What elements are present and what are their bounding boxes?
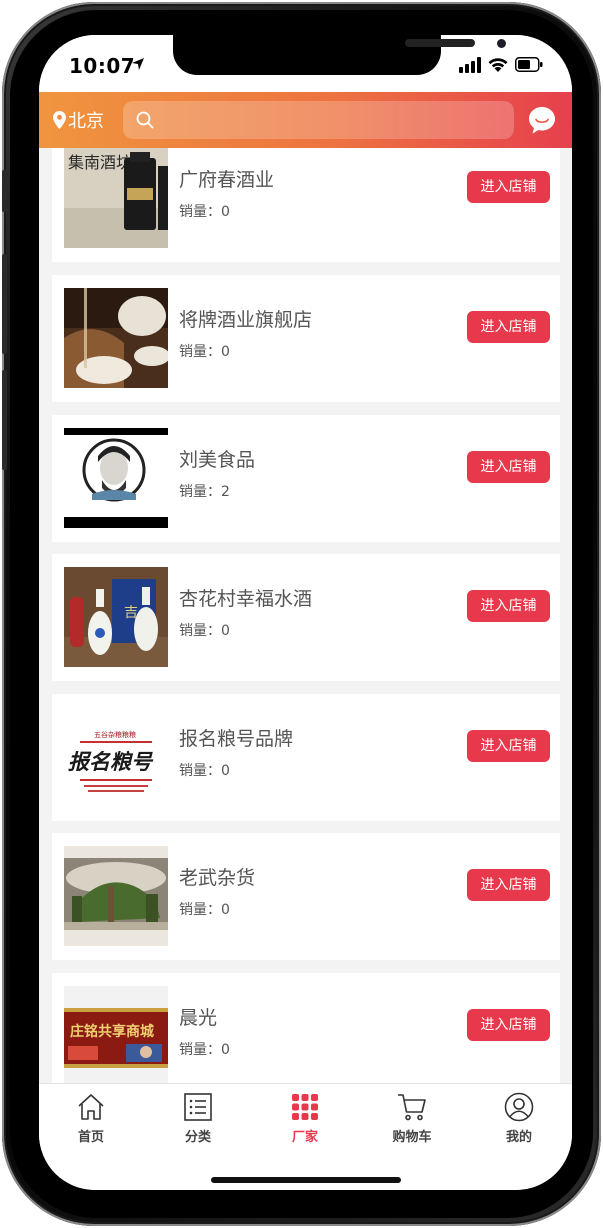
- tab-label: 我的: [505, 1130, 532, 1145]
- top-header: 北京: [39, 92, 572, 148]
- user-icon: [504, 1092, 534, 1122]
- front-camera: [497, 39, 506, 48]
- screen: 10:07 北京 集南酒坊 广府春酒业 销量：0 进入店铺 将牌酒业旗舰店 销量…: [39, 35, 572, 1190]
- svg-text:庄铭共享商城: 庄铭共享商城: [70, 1023, 154, 1040]
- speaker: [405, 39, 475, 47]
- cellular-signal-icon: [459, 57, 481, 73]
- svg-text:集南酒坊: 集南酒坊: [68, 153, 132, 172]
- phone-frame: 10:07 北京 集南酒坊 广府春酒业 销量：0 进入店铺 将牌酒业旗舰店 销量…: [2, 2, 601, 1226]
- tab-cart[interactable]: 购物车: [372, 1092, 452, 1152]
- enter-store-button[interactable]: 进入店铺: [467, 171, 550, 203]
- city-selector[interactable]: 北京: [53, 107, 104, 133]
- enter-store-button[interactable]: 进入店铺: [467, 730, 550, 762]
- store-card[interactable]: 刘美食品 销量：2 进入店铺: [52, 415, 560, 542]
- store-thumbnail: [64, 428, 168, 528]
- battery-icon: [515, 57, 543, 72]
- store-sales: 销量：2: [179, 484, 230, 500]
- notch: [173, 35, 506, 75]
- store-name: 将牌酒业旗舰店: [179, 309, 313, 331]
- store-sales: 销量：0: [179, 204, 230, 220]
- tab-label: 厂家: [291, 1130, 318, 1145]
- enter-store-button[interactable]: 进入店铺: [467, 869, 550, 901]
- list-icon: [184, 1093, 212, 1121]
- grid-icon: [292, 1094, 318, 1120]
- store-name: 刘美食品: [179, 449, 256, 471]
- store-name: 老武杂货: [179, 867, 256, 889]
- wifi-icon: [488, 58, 508, 72]
- store-sales: 销量：0: [179, 902, 230, 918]
- cart-icon: [398, 1094, 426, 1121]
- tab-category[interactable]: 分类: [158, 1092, 238, 1152]
- store-name: 杏花村幸福水酒: [179, 588, 313, 610]
- store-name: 广府春酒业: [179, 169, 275, 191]
- store-name: 晨光: [179, 1007, 218, 1029]
- store-card[interactable]: 吉 杏花村幸福水酒 销量：0 进入店铺: [52, 554, 560, 681]
- bottom-tab-bar: 首页 分类 厂家 购物车 我的: [39, 1083, 572, 1190]
- svg-text:吉: 吉: [124, 605, 138, 621]
- enter-store-button[interactable]: 进入店铺: [467, 451, 550, 483]
- store-list: 集南酒坊 广府春酒业 销量：0 进入店铺 将牌酒业旗舰店 销量：0 进入店铺 刘…: [39, 148, 572, 1083]
- tab-label: 首页: [77, 1130, 104, 1145]
- store-thumbnail: [64, 846, 168, 946]
- svg-text:五谷杂粮粮粮: 五谷杂粮粮粮: [94, 730, 136, 739]
- store-sales: 销量：0: [179, 1042, 230, 1058]
- search-input[interactable]: [123, 101, 514, 139]
- store-card[interactable]: 五谷杂粮粮粮 报名粮号 报名粮号品牌 销量：0 进入店铺: [52, 694, 560, 821]
- mute-switch: [2, 170, 7, 212]
- search-icon: [136, 111, 154, 129]
- store-card[interactable]: 老武杂货 销量：0 进入店铺: [52, 833, 560, 960]
- store-card[interactable]: 庄铭共享商城 晨光 销量：0 进入店铺: [52, 973, 560, 1083]
- tab-label: 分类: [184, 1130, 211, 1145]
- store-card[interactable]: 集南酒坊 广府春酒业 销量：0 进入店铺: [52, 148, 560, 262]
- city-label: 北京: [68, 111, 104, 132]
- store-thumbnail: 集南酒坊: [64, 148, 168, 248]
- enter-store-button[interactable]: 进入店铺: [467, 590, 550, 622]
- tab-mine[interactable]: 我的: [479, 1092, 559, 1152]
- store-thumbnail: [64, 288, 168, 388]
- store-name: 报名粮号品牌: [179, 728, 294, 750]
- tab-label: 购物车: [392, 1130, 432, 1145]
- volume-down-button: [2, 370, 7, 470]
- store-card[interactable]: 将牌酒业旗舰店 销量：0 进入店铺: [52, 275, 560, 402]
- tab-manufacturer[interactable]: 厂家: [265, 1092, 345, 1152]
- store-sales: 销量：0: [179, 344, 230, 360]
- volume-up-button: [2, 254, 7, 354]
- store-sales: 销量：0: [179, 623, 230, 639]
- status-bar: 10:07: [39, 35, 572, 92]
- home-icon: [78, 1094, 104, 1120]
- store-sales: 销量：0: [179, 763, 230, 779]
- enter-store-button[interactable]: 进入店铺: [467, 311, 550, 343]
- status-time: 10:07: [69, 54, 136, 78]
- store-thumbnail: 五谷杂粮粮粮 报名粮号: [64, 707, 168, 807]
- svg-text:报名粮号: 报名粮号: [68, 749, 154, 774]
- location-pin-icon: [53, 111, 66, 129]
- store-thumbnail: 庄铭共享商城: [64, 986, 168, 1083]
- store-thumbnail: 吉: [64, 567, 168, 667]
- enter-store-button[interactable]: 进入店铺: [467, 1009, 550, 1041]
- chat-icon[interactable]: [527, 105, 557, 135]
- location-arrow-icon: [132, 58, 144, 70]
- home-indicator[interactable]: [211, 1177, 401, 1183]
- tab-home[interactable]: 首页: [51, 1092, 131, 1152]
